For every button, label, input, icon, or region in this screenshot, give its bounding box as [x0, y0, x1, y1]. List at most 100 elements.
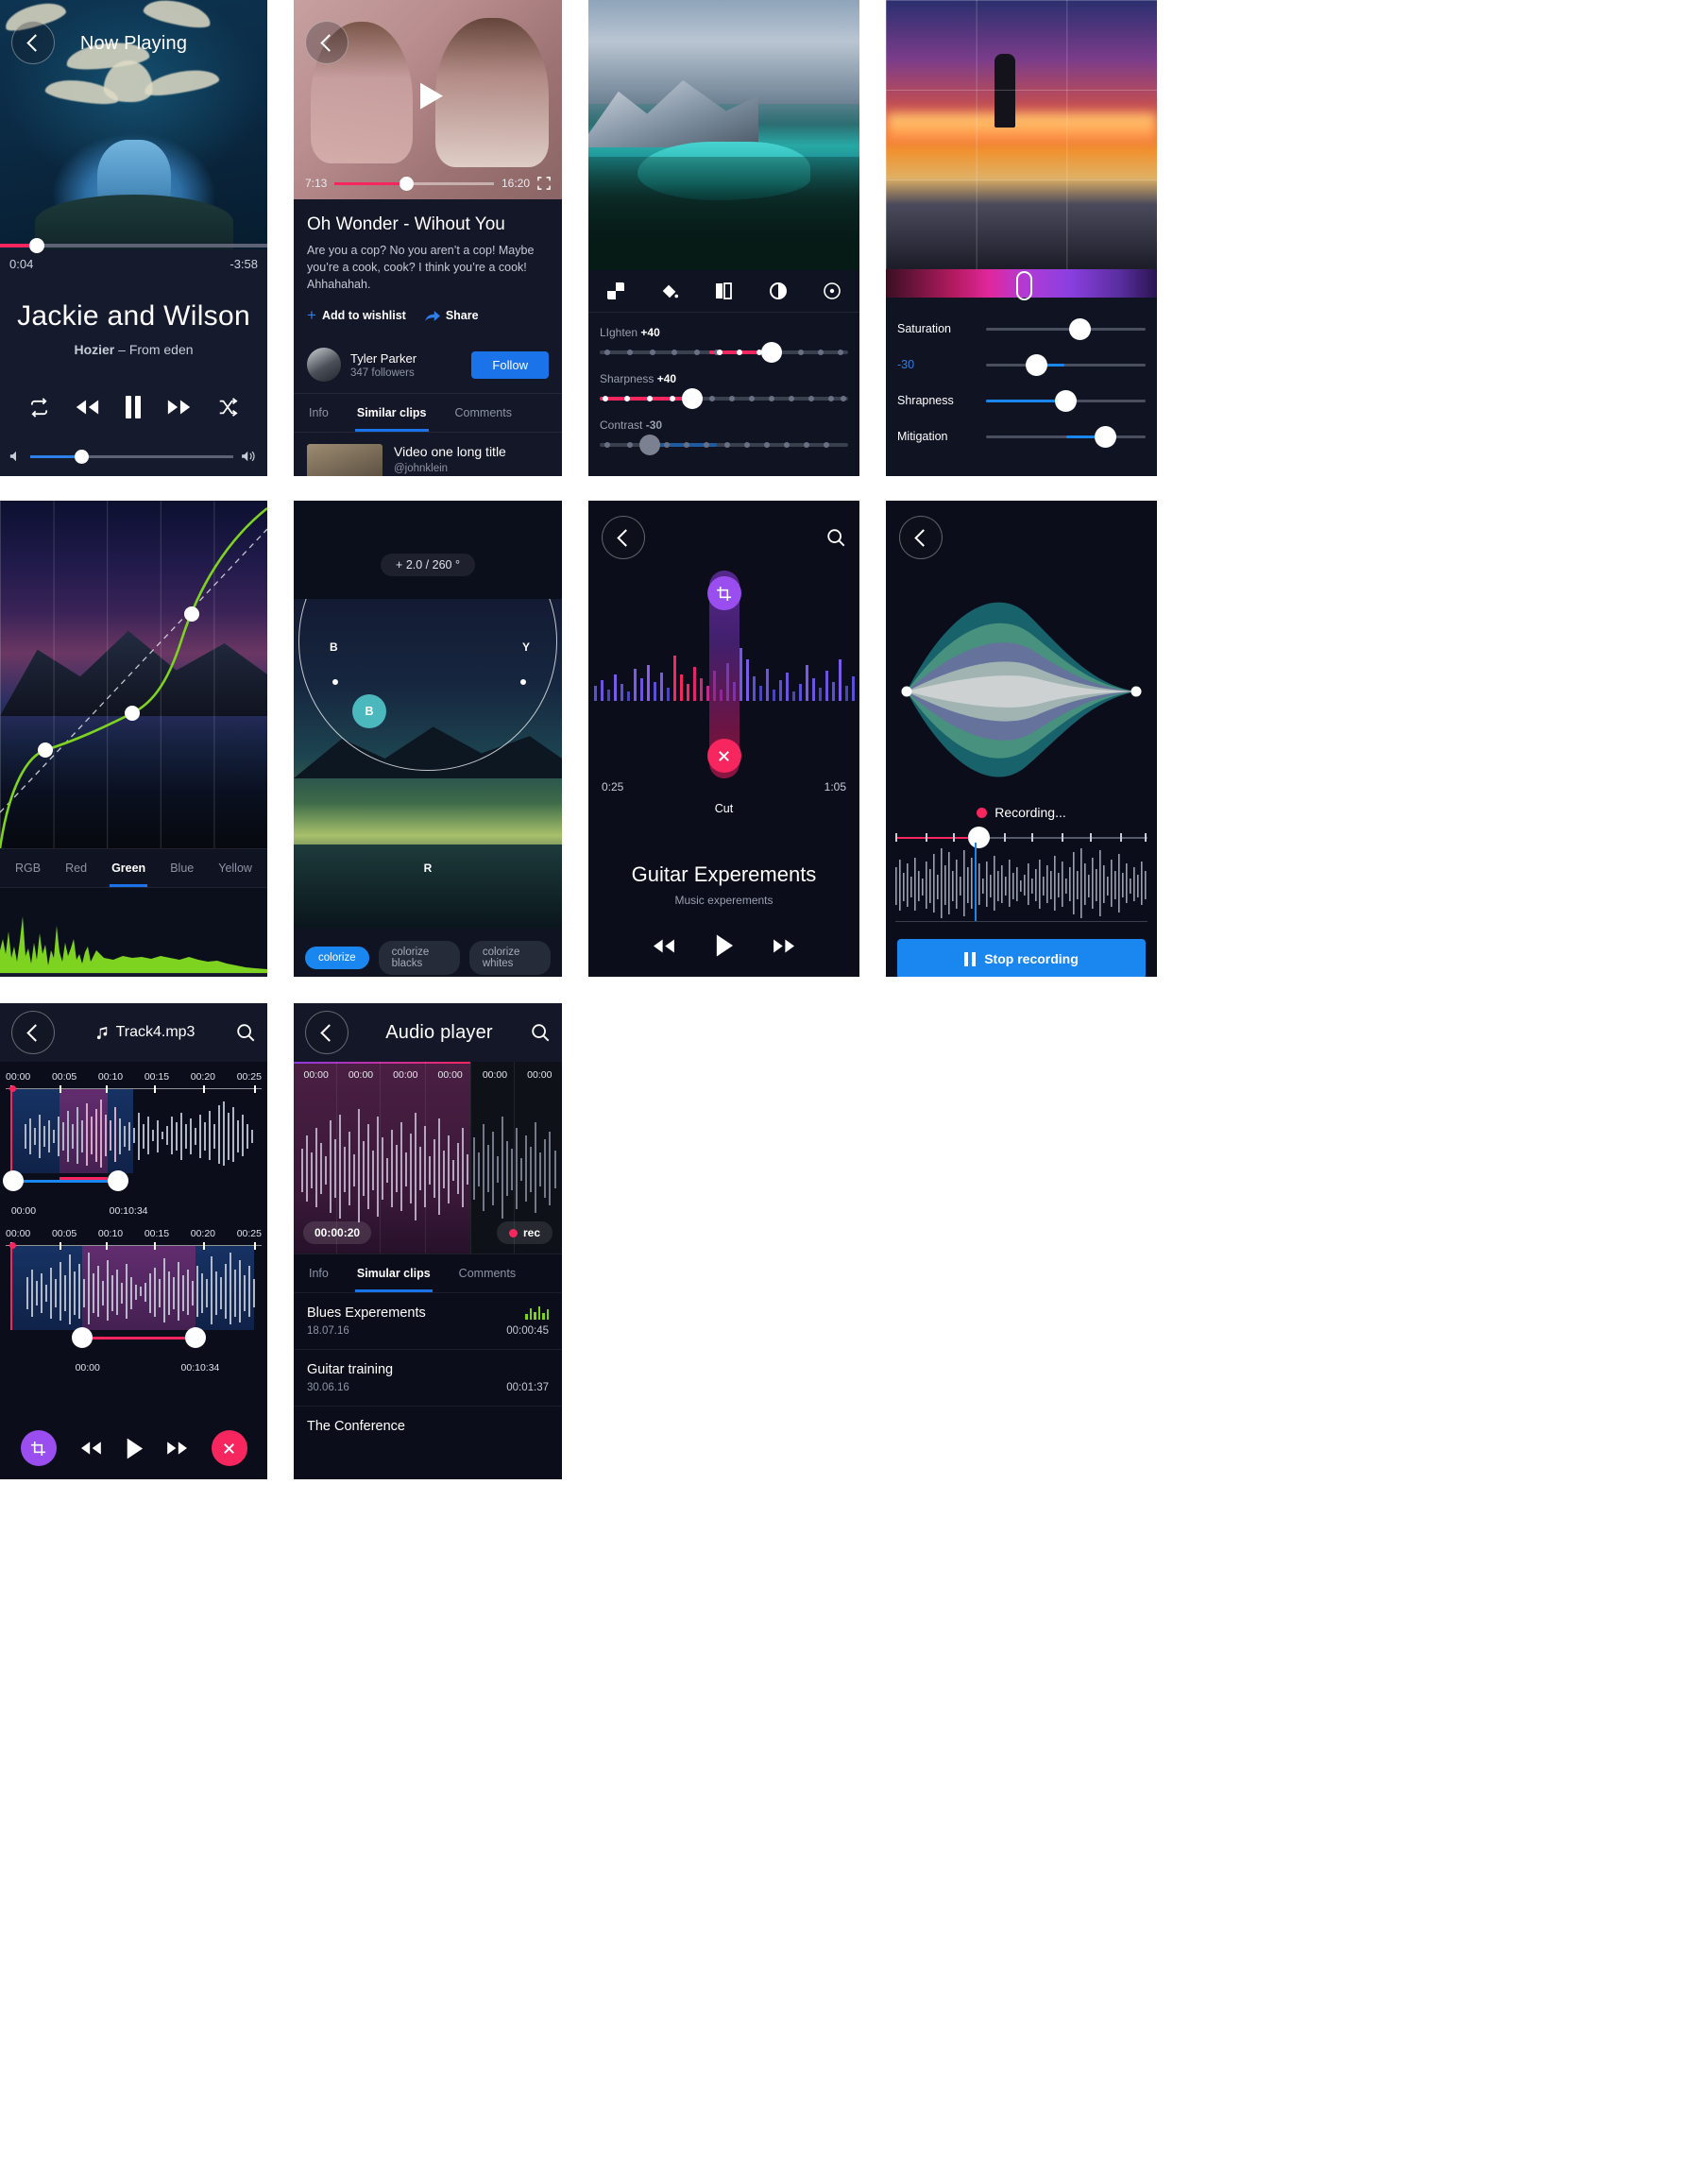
- track-2-handles[interactable]: [6, 1327, 262, 1362]
- cut-button[interactable]: [706, 739, 741, 773]
- clip-name: Blues Experements: [307, 1305, 426, 1321]
- tab-info[interactable]: Info: [307, 394, 331, 432]
- crop-grid-icon[interactable]: [606, 282, 625, 300]
- play-icon[interactable]: [407, 75, 449, 116]
- scene-preview[interactable]: B Y R B: [294, 599, 562, 928]
- slider-contrast[interactable]: [600, 435, 848, 455]
- range-handle-right[interactable]: [108, 1170, 129, 1191]
- handle-left-label: 00:00: [10, 1205, 37, 1217]
- slider-minus30[interactable]: -30: [886, 347, 1157, 383]
- slider-contrast-handle[interactable]: [639, 435, 661, 455]
- range-handle-left[interactable]: [3, 1170, 25, 1191]
- paint-bucket-icon[interactable]: [660, 282, 679, 300]
- play-icon[interactable]: [714, 933, 734, 958]
- tab-comments[interactable]: Comments: [453, 394, 514, 432]
- vignette-icon[interactable]: [823, 282, 842, 300]
- tone-curve[interactable]: [0, 501, 267, 848]
- back-button[interactable]: [899, 516, 943, 559]
- wheel-handle[interactable]: B: [352, 694, 386, 728]
- record-scrubber[interactable]: [895, 827, 1148, 848]
- sharpness-handle[interactable]: [1054, 389, 1077, 412]
- contrast-split-icon[interactable]: [714, 282, 733, 300]
- crop-button[interactable]: [706, 576, 741, 610]
- video-seek-bar[interactable]: [334, 176, 494, 191]
- pause-icon[interactable]: [124, 395, 143, 419]
- mitigation-track[interactable]: [986, 425, 1146, 448]
- volume-handle[interactable]: [75, 449, 90, 464]
- waveform-area[interactable]: 00:00 00:00 00:00 00:00 00:00 00:00 00:0…: [294, 1062, 562, 1254]
- tab-rgb[interactable]: RGB: [13, 849, 42, 887]
- tab-similar-clips[interactable]: Similar clips: [354, 394, 429, 433]
- fast-forward-icon[interactable]: [165, 1439, 190, 1458]
- back-button[interactable]: [305, 21, 348, 64]
- track-1[interactable]: [6, 1085, 262, 1173]
- video-seek-handle[interactable]: [400, 176, 415, 191]
- tab-red[interactable]: Red: [63, 849, 89, 887]
- rewind-icon[interactable]: [78, 1439, 103, 1458]
- chip-colorize[interactable]: colorize: [305, 947, 369, 969]
- seek-handle[interactable]: [29, 238, 44, 253]
- slider-sharpness-handle[interactable]: [681, 388, 703, 409]
- fast-forward-icon[interactable]: [772, 936, 797, 956]
- tab-green[interactable]: Green: [110, 849, 148, 887]
- tab-blue[interactable]: Blue: [168, 849, 196, 887]
- fullscreen-icon[interactable]: [537, 177, 551, 190]
- back-button[interactable]: [11, 1011, 55, 1054]
- search-icon[interactable]: [530, 1022, 551, 1043]
- fast-forward-icon[interactable]: [166, 396, 193, 418]
- track-2[interactable]: [6, 1242, 262, 1330]
- tab-simular-clips[interactable]: Simular clips: [354, 1254, 433, 1292]
- tab-comments[interactable]: Comments: [457, 1254, 518, 1292]
- rec-badge[interactable]: rec: [496, 1221, 552, 1244]
- chip-colorize-whites[interactable]: colorize whites: [468, 941, 551, 975]
- volume-slider[interactable]: [30, 449, 233, 464]
- sharpness-track[interactable]: [986, 389, 1146, 412]
- hue-slider[interactable]: [886, 269, 1157, 300]
- seek-bar[interactable]: [0, 238, 267, 253]
- waveform-area[interactable]: [588, 571, 859, 778]
- back-button[interactable]: [602, 516, 645, 559]
- slider-sharpness[interactable]: Shrapness: [886, 383, 1157, 418]
- delete-button[interactable]: [211, 1430, 247, 1466]
- slider-saturation[interactable]: Saturation: [886, 311, 1157, 347]
- clip-duration: 00:00:45: [506, 1325, 549, 1337]
- hue-handle[interactable]: [1015, 271, 1032, 300]
- uploader-row[interactable]: Tyler Parker 347 followers Follow: [294, 336, 562, 393]
- add-to-wishlist-button[interactable]: + Add to wishlist: [307, 306, 406, 325]
- range-handle-left[interactable]: [72, 1327, 94, 1348]
- back-button[interactable]: [305, 1011, 348, 1054]
- slider-mitigation[interactable]: Mitigation: [886, 418, 1157, 454]
- crop-button[interactable]: [20, 1430, 57, 1466]
- saturation-track[interactable]: [986, 317, 1146, 340]
- tab-yellow[interactable]: Yellow: [216, 849, 254, 887]
- list-item[interactable]: 7:13 Video one long title @johnklein: [294, 433, 562, 476]
- slider-sharpness[interactable]: [600, 388, 848, 409]
- video-description: Are you a cop? No you aren’t a cop! Mayb…: [307, 244, 535, 292]
- saturation-handle[interactable]: [1068, 317, 1091, 340]
- follow-button[interactable]: Follow: [471, 350, 549, 379]
- search-icon[interactable]: [235, 1022, 256, 1043]
- night-sky-photo[interactable]: [0, 501, 267, 848]
- stop-recording-button[interactable]: Stop recording: [897, 939, 1146, 977]
- search-icon[interactable]: [825, 527, 846, 548]
- mitigation-handle[interactable]: [1094, 425, 1116, 448]
- list-item[interactable]: Blues Experements 18.07.16 00:00:45: [294, 1293, 562, 1350]
- shuffle-icon[interactable]: [216, 397, 239, 418]
- tab-info[interactable]: Info: [307, 1254, 331, 1292]
- list-item[interactable]: The Conference: [294, 1407, 562, 1446]
- brightness-icon[interactable]: [769, 282, 788, 300]
- rewind-icon[interactable]: [74, 396, 100, 418]
- range-handle-right[interactable]: [184, 1327, 206, 1348]
- minus30-handle[interactable]: [1026, 353, 1048, 376]
- slider-lighten[interactable]: [600, 342, 848, 363]
- track-1-handles[interactable]: [3, 1170, 262, 1205]
- chip-colorize-blacks[interactable]: colorize blacks: [378, 941, 460, 975]
- share-button[interactable]: Share: [424, 306, 479, 325]
- repeat-icon[interactable]: [28, 397, 50, 418]
- minus30-track[interactable]: [986, 353, 1146, 376]
- list-item[interactable]: Guitar training 30.06.16 00:01:37: [294, 1350, 562, 1407]
- play-icon[interactable]: [125, 1437, 144, 1460]
- timeline-label: 00:00: [348, 1069, 374, 1081]
- rewind-icon[interactable]: [651, 936, 676, 956]
- slider-lighten-handle[interactable]: [760, 342, 782, 363]
